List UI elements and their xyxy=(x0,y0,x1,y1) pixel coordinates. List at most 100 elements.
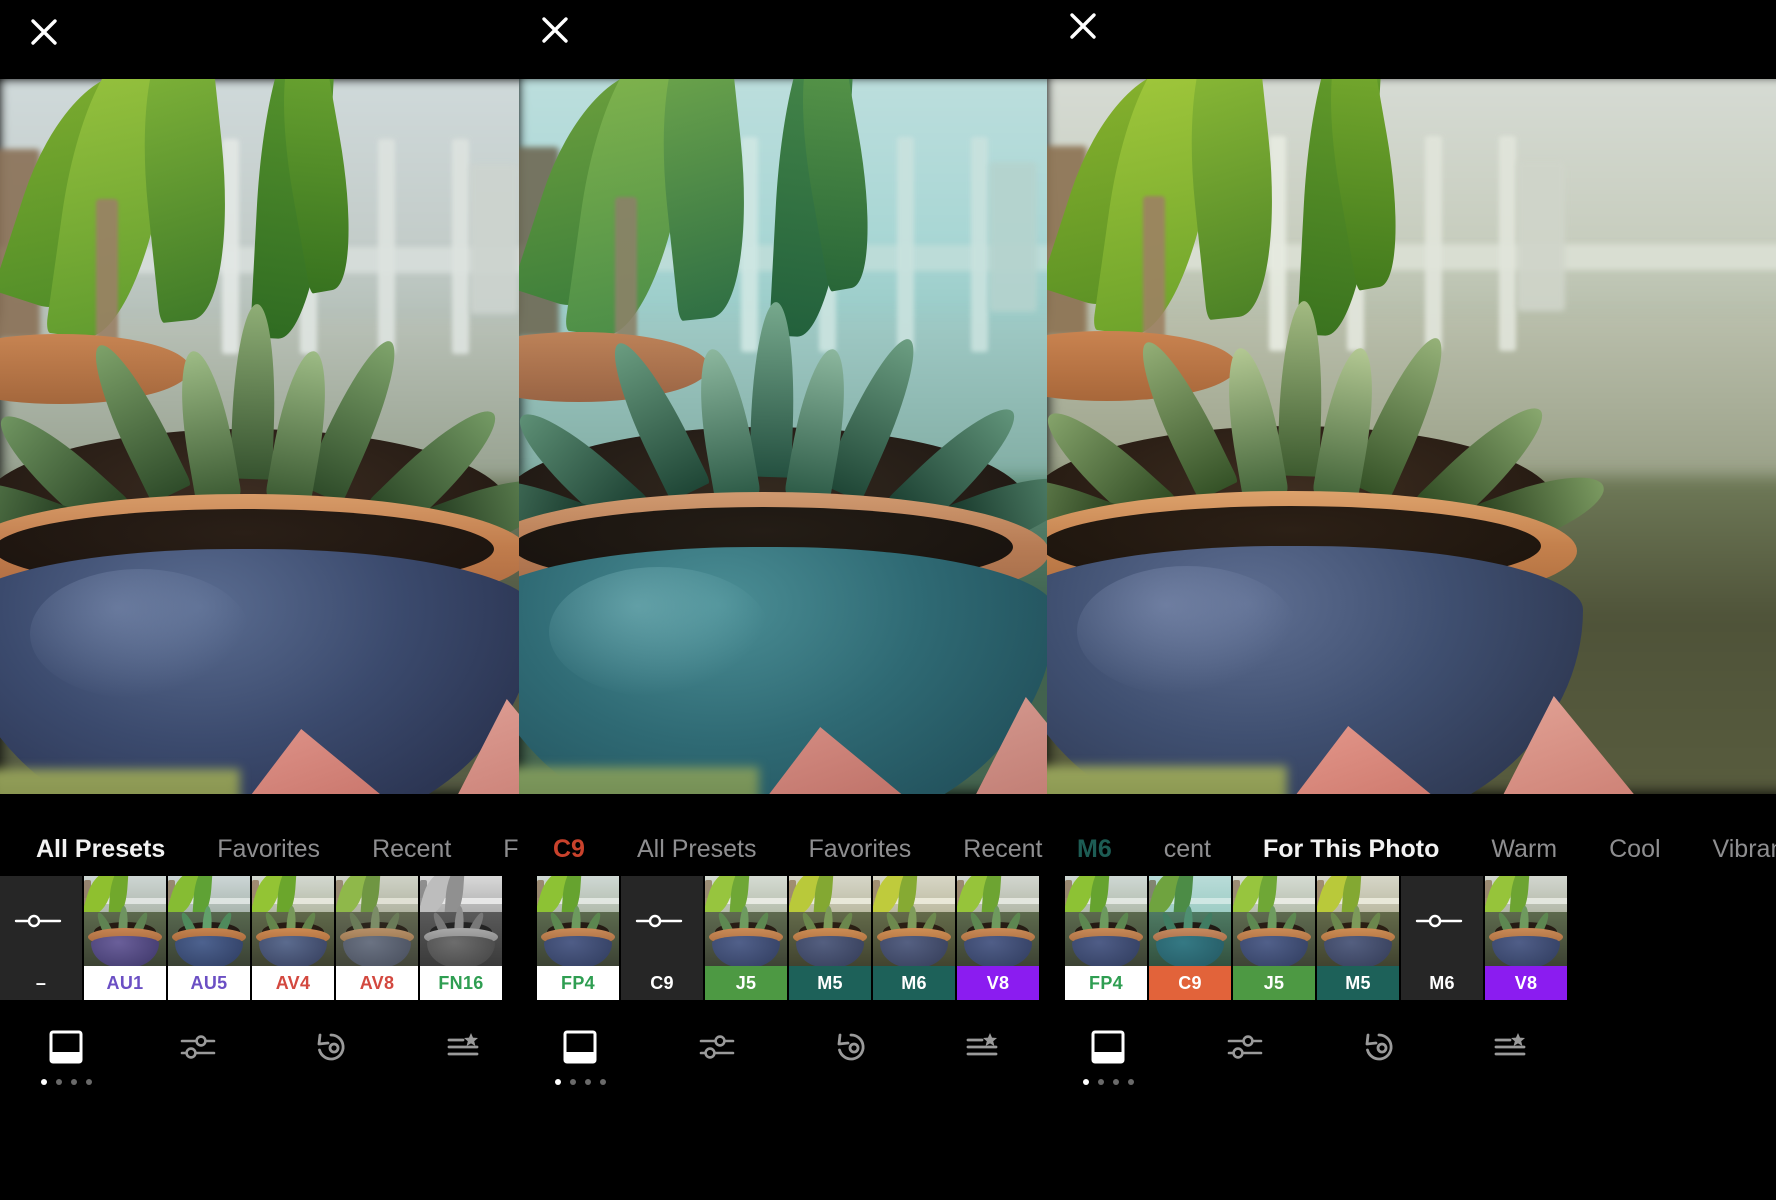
preset-thumb-m5[interactable]: M5 xyxy=(789,876,871,1000)
tool-revert[interactable] xyxy=(796,1024,906,1114)
preset-thumb-preview xyxy=(537,876,619,966)
close-icon[interactable] xyxy=(1061,4,1105,48)
preset-thumb-c9[interactable]: C9 xyxy=(1149,876,1231,1000)
preset-thumb-preview xyxy=(705,876,787,966)
preset-thumb-preview xyxy=(1233,876,1315,966)
tab-for-this-photo[interactable]: For This Photo xyxy=(477,835,519,864)
preset-thumb-m6[interactable]: M6 xyxy=(1401,876,1483,1000)
tab-favorites[interactable]: Favorites xyxy=(782,835,937,864)
preset-thumb-label: AU1 xyxy=(84,966,166,1000)
preset-thumb-preview xyxy=(420,876,502,966)
preset-category-tabs-3[interactable]: M6 cent For This Photo Warm Cool Vibrant xyxy=(1047,794,1776,876)
preset-thumb-av4[interactable]: AV4 xyxy=(252,876,334,1000)
photo-canvas xyxy=(0,79,519,794)
panel-3: Next xyxy=(1047,0,1776,1200)
panel-1: Next xyxy=(0,0,519,1200)
accent-chip-m6[interactable]: M6 xyxy=(1051,835,1138,864)
undo-revert-icon xyxy=(828,1024,874,1070)
tool-recipes[interactable] xyxy=(408,1024,518,1114)
close-icon[interactable] xyxy=(533,8,577,52)
tab-for-this-photo[interactable]: For This Photo xyxy=(1237,835,1465,864)
preset-thumb-v8[interactable]: V8 xyxy=(957,876,1039,1000)
tab-recent-partial[interactable]: cent xyxy=(1138,835,1237,864)
tool-presets[interactable] xyxy=(11,1024,121,1114)
preset-thumb-label: M5 xyxy=(1317,966,1399,1000)
phone-screen-2: Next xyxy=(519,0,1047,1200)
preset-thumb-original[interactable]: – xyxy=(0,876,82,1000)
preset-thumb-c9[interactable]: C9 xyxy=(621,876,703,1000)
preset-thumb-label: – xyxy=(0,966,82,1000)
panel-2: Next xyxy=(519,0,1047,1200)
accent-chip-c9[interactable]: C9 xyxy=(527,835,611,864)
preset-thumb-fp4[interactable]: FP4 xyxy=(1065,876,1147,1000)
preset-thumb-j5[interactable]: J5 xyxy=(1233,876,1315,1000)
tab-vibrant[interactable]: Vibrant xyxy=(1687,835,1776,864)
photo-preview-2[interactable] xyxy=(519,77,1047,794)
tool-edit[interactable] xyxy=(143,1024,253,1114)
undo-revert-icon xyxy=(1356,1024,1402,1070)
preset-thumb-fp4[interactable]: FP4 xyxy=(537,876,619,1000)
preset-thumbnail-strip-1[interactable]: – xyxy=(0,876,519,1004)
tab-all-presets[interactable]: All Presets xyxy=(10,835,191,864)
preset-thumb-label: J5 xyxy=(1233,966,1315,1000)
recipes-star-lines-icon xyxy=(1487,1024,1533,1070)
recipes-star-lines-icon xyxy=(959,1024,1005,1070)
photo-canvas xyxy=(1047,76,1776,794)
preset-thumb-fn16[interactable]: FN16 xyxy=(420,876,502,1000)
preset-thumb-label: M6 xyxy=(1401,966,1483,1000)
tab-recent[interactable]: Recent xyxy=(346,835,477,864)
tool-revert[interactable] xyxy=(276,1024,386,1114)
topbar-2: Next xyxy=(519,0,1047,79)
tool-edit[interactable] xyxy=(662,1024,772,1114)
preset-thumb-preview xyxy=(1317,876,1399,966)
tool-presets[interactable] xyxy=(525,1024,635,1114)
preset-thumb-m6[interactable]: M6 xyxy=(873,876,955,1000)
tool-revert[interactable] xyxy=(1324,1024,1434,1114)
bottom-toolbar-1 xyxy=(0,1004,519,1200)
adjust-sliders-icon xyxy=(1222,1024,1268,1070)
photo-preview-1[interactable] xyxy=(0,79,519,794)
tool-presets[interactable] xyxy=(1053,1024,1163,1114)
preset-thumb-label: AV8 xyxy=(336,966,418,1000)
preset-thumb-label: M6 xyxy=(873,966,955,1000)
preset-thumb-av8[interactable]: AV8 xyxy=(336,876,418,1000)
undo-revert-icon xyxy=(308,1024,354,1070)
preset-category-tabs-2[interactable]: C9 All Presets Favorites Recent For This… xyxy=(519,794,1047,876)
preset-page-dots xyxy=(555,1079,606,1085)
preset-page-dots xyxy=(41,1079,92,1085)
preset-thumb-preview xyxy=(1149,876,1231,966)
preset-thumb-au1[interactable]: AU1 xyxy=(84,876,166,1000)
topbar-3: Next xyxy=(1047,0,1776,79)
adjust-sliders-icon xyxy=(175,1024,221,1070)
preset-thumbnail-strip-3[interactable]: FP4 xyxy=(1047,876,1776,1004)
tab-row: All Presets Favorites Recent For This Ph… xyxy=(10,835,519,864)
tab-recent[interactable]: Recent xyxy=(937,835,1047,864)
preset-thumb-slider xyxy=(1401,876,1483,966)
tab-warm[interactable]: Warm xyxy=(1465,835,1583,864)
tab-row: M6 cent For This Photo Warm Cool Vibrant xyxy=(1051,835,1776,864)
preset-category-tabs-1[interactable]: All Presets Favorites Recent For This Ph… xyxy=(0,794,519,876)
preset-thumb-j5[interactable]: J5 xyxy=(705,876,787,1000)
preset-thumb-preview xyxy=(957,876,1039,966)
tool-recipes[interactable] xyxy=(927,1024,1037,1114)
preset-thumb-preview xyxy=(1485,876,1567,966)
preset-thumb-label: AV4 xyxy=(252,966,334,1000)
preset-thumb-label: AU5 xyxy=(168,966,250,1000)
tool-edit[interactable] xyxy=(1190,1024,1300,1114)
tab-favorites[interactable]: Favorites xyxy=(191,835,346,864)
tab-cool[interactable]: Cool xyxy=(1583,835,1686,864)
preset-thumb-m5[interactable]: M5 xyxy=(1317,876,1399,1000)
photo-preview-3[interactable] xyxy=(1047,76,1776,794)
phone-screen-3: Next xyxy=(1047,0,1776,1200)
preset-thumb-au5[interactable]: AU5 xyxy=(168,876,250,1000)
preset-thumb-v8[interactable]: V8 xyxy=(1485,876,1567,1000)
preset-thumb-label: J5 xyxy=(705,966,787,1000)
preset-thumb-preview xyxy=(336,876,418,966)
close-icon[interactable] xyxy=(22,10,66,54)
tool-recipes[interactable] xyxy=(1455,1024,1565,1114)
tab-all-presets[interactable]: All Presets xyxy=(611,835,782,864)
preset-thumb-slider xyxy=(0,876,82,966)
preset-thumb-label: V8 xyxy=(1485,966,1567,1000)
preset-thumb-label: C9 xyxy=(621,966,703,1000)
preset-thumbnail-strip-2[interactable]: FP4 C9 xyxy=(519,876,1047,1004)
